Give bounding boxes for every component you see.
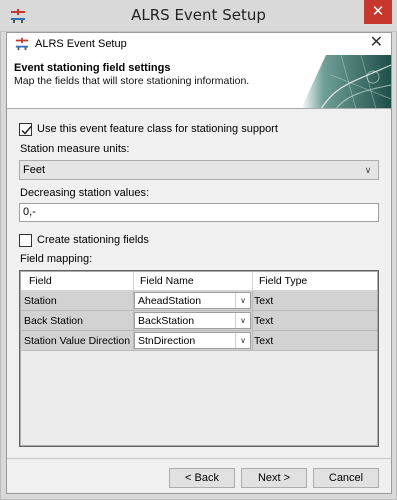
- dialog-titlebar: ALRS Event Setup ✕: [7, 33, 391, 55]
- field-name-value: BackStation: [138, 315, 195, 327]
- chevron-down-icon[interactable]: ∨: [235, 293, 250, 308]
- field-name-value: StnDirection: [138, 335, 196, 347]
- field-name-select[interactable]: BackStation ∨: [134, 312, 251, 329]
- create-fields-checkbox[interactable]: [19, 233, 32, 247]
- row-field: Station: [24, 295, 57, 307]
- measure-units-label: Station measure units:: [20, 143, 130, 155]
- footer-divider: [7, 458, 391, 459]
- row-field: Back Station: [24, 315, 83, 327]
- field-name-select[interactable]: StnDirection ∨: [134, 332, 251, 349]
- close-icon: ✕: [369, 34, 383, 51]
- app-icon: [15, 37, 29, 51]
- field-mapping-label: Field mapping:: [20, 253, 93, 265]
- field-name-value: AheadStation: [138, 295, 202, 307]
- decreasing-values-label: Decreasing station values:: [20, 187, 150, 199]
- cancel-button[interactable]: Cancel: [313, 468, 379, 488]
- create-fields-label: Create stationing fields: [37, 234, 149, 246]
- wizard-banner: Event stationing field settings Map the …: [7, 55, 391, 109]
- table-row[interactable]: Station Value Direction StnDirection ∨ T…: [21, 331, 377, 351]
- row-field-type: Text: [254, 335, 274, 347]
- dialog-title: ALRS Event Setup: [35, 38, 127, 50]
- grid-header: Field Field Name Field Type: [21, 272, 377, 291]
- window-title: ALRS Event Setup: [131, 6, 266, 24]
- decreasing-values-input[interactable]: 0,-: [19, 203, 379, 222]
- column-header-field-name: Field Name: [140, 275, 194, 287]
- chevron-down-icon[interactable]: ∨: [235, 313, 250, 328]
- create-fields-row[interactable]: Create stationing fields: [19, 233, 149, 247]
- field-mapping-grid[interactable]: Field Field Name Field Type Station Ahea…: [19, 270, 379, 447]
- row-field-type: Text: [254, 315, 274, 327]
- row-field: Station Value Direction: [24, 335, 131, 347]
- use-event-fc-label: Use this event feature class for station…: [37, 123, 278, 135]
- measure-units-select[interactable]: Feet ∨: [19, 160, 379, 180]
- window-titlebar: ALRS Event Setup ✕: [0, 0, 397, 32]
- table-row[interactable]: Back Station BackStation ∨ Text: [21, 311, 377, 331]
- column-header-field: Field: [29, 275, 52, 287]
- window-close-button[interactable]: ✕: [364, 0, 392, 24]
- chevron-down-icon[interactable]: ∨: [235, 333, 250, 348]
- banner-subtitle: Map the fields that will store stationin…: [14, 75, 250, 87]
- row-field-type: Text: [254, 295, 274, 307]
- use-event-fc-checkbox[interactable]: [19, 122, 32, 136]
- banner-heading: Event stationing field settings: [14, 62, 171, 74]
- field-name-select[interactable]: AheadStation ∨: [134, 292, 251, 309]
- next-button[interactable]: Next >: [241, 468, 307, 488]
- column-header-field-type: Field Type: [259, 275, 308, 287]
- setup-dialog: ALRS Event Setup ✕ Event stationing fiel…: [6, 32, 392, 494]
- chevron-down-icon: ∨: [364, 165, 372, 175]
- dialog-close-button[interactable]: ✕: [370, 35, 383, 51]
- back-button[interactable]: < Back: [169, 468, 235, 488]
- map-banner-graphic: [301, 55, 391, 108]
- close-icon: ✕: [371, 3, 385, 20]
- use-event-fc-row[interactable]: Use this event feature class for station…: [19, 122, 278, 136]
- measure-units-value: Feet: [23, 164, 46, 176]
- table-row[interactable]: Station AheadStation ∨ Text: [21, 291, 377, 311]
